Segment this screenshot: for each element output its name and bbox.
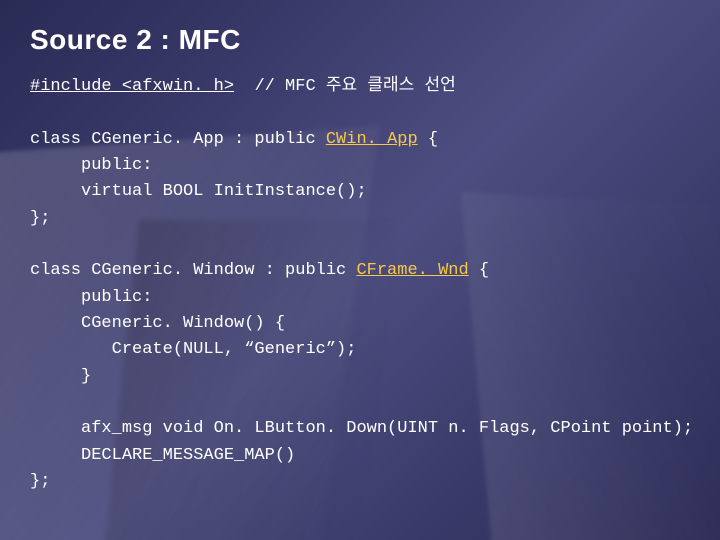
code-line: }; — [30, 472, 50, 491]
code-line: afx_msg void On. LButton. Down(UINT n. F… — [30, 419, 693, 438]
slide-title: Source 2 : MFC — [30, 24, 690, 56]
code-line: #include <afxwin. h> — [30, 77, 234, 96]
code-line: }; — [30, 209, 50, 228]
code-highlight: CFrame. Wnd — [356, 261, 468, 280]
code-block: #include <afxwin. h> // MFC 주요 클래스 선언 cl… — [30, 74, 690, 496]
slide: Source 2 : MFC #include <afxwin. h> // M… — [0, 0, 720, 540]
code-line: DECLARE_MESSAGE_MAP() — [30, 446, 295, 465]
code-line: { — [469, 261, 489, 280]
code-line: { — [418, 130, 438, 149]
code-line: virtual BOOL InitInstance(); — [30, 182, 367, 201]
code-line: public: — [30, 156, 152, 175]
code-line: CGeneric. Window() { — [30, 314, 285, 333]
code-line: // MFC 주요 클래스 선언 — [234, 77, 456, 96]
content-area: Source 2 : MFC #include <afxwin. h> // M… — [0, 0, 720, 496]
code-line: public: — [30, 288, 152, 307]
code-line: Create(NULL, “Generic”); — [30, 340, 356, 359]
code-line: class CGeneric. App : public — [30, 130, 326, 149]
code-highlight: CWin. App — [326, 130, 418, 149]
code-line: } — [30, 367, 91, 386]
code-line: class CGeneric. Window : public — [30, 261, 356, 280]
